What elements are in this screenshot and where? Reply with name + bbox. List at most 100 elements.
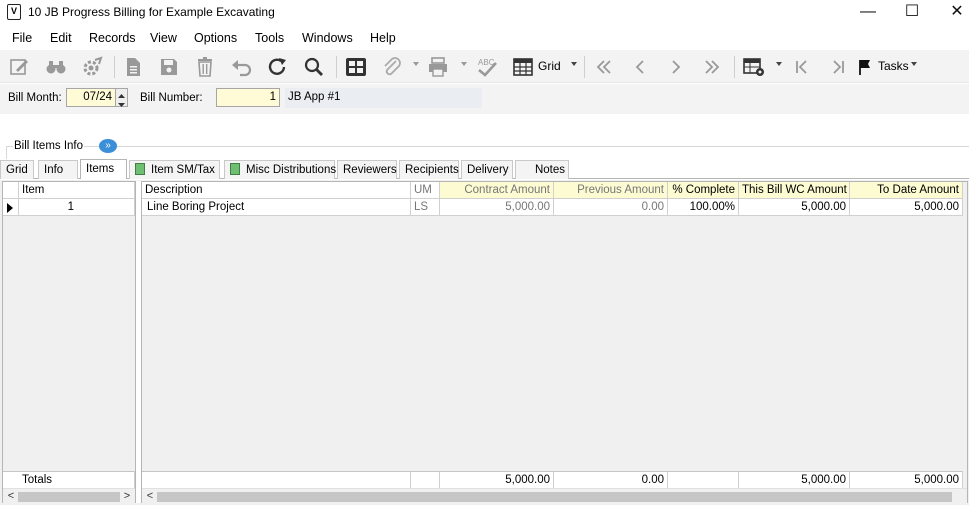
expand-collapse-icon[interactable]: » bbox=[99, 139, 117, 153]
tab-item-sm-tax-label: Item SM/Tax bbox=[151, 164, 215, 176]
last-icon[interactable] bbox=[702, 56, 724, 78]
tasks-dropdown-icon[interactable] bbox=[911, 62, 917, 66]
menu-options[interactable]: Options bbox=[194, 31, 237, 45]
to-date-amount-cell[interactable]: 5,000.00 bbox=[850, 199, 963, 216]
item-cell[interactable]: 1 bbox=[19, 199, 135, 216]
menu-windows[interactable]: Windows bbox=[302, 31, 353, 45]
table-icon[interactable] bbox=[512, 56, 536, 78]
tab-delivery[interactable]: Delivery bbox=[461, 160, 513, 179]
tab-recipients[interactable]: Recipients bbox=[399, 160, 459, 179]
bill-number-label: Bill Number: bbox=[140, 92, 203, 104]
menu-help[interactable]: Help bbox=[370, 31, 396, 45]
undo-icon[interactable] bbox=[230, 56, 256, 78]
total-pct-blank bbox=[668, 471, 739, 488]
first-record-icon[interactable] bbox=[792, 56, 814, 78]
column-header-item[interactable]: Item bbox=[19, 182, 135, 199]
bill-description-field: JB App #1 bbox=[285, 88, 482, 108]
menu-view[interactable]: View bbox=[150, 31, 177, 45]
bill-number-field[interactable]: 1 bbox=[216, 88, 280, 107]
save-icon[interactable] bbox=[158, 56, 182, 78]
app-icon: V bbox=[7, 4, 21, 20]
toolbar-separator bbox=[584, 56, 585, 78]
column-header-this-bill-wc-amount[interactable]: This Bill WC Amount bbox=[739, 182, 850, 199]
scroll-left-icon[interactable]: < bbox=[4, 489, 18, 505]
print-icon[interactable] bbox=[426, 56, 452, 78]
this-bill-wc-amount-cell[interactable]: 5,000.00 bbox=[739, 199, 850, 216]
spin-up-icon[interactable] bbox=[116, 89, 127, 98]
maximize-button[interactable]: ☐ bbox=[892, 2, 932, 24]
tab-reviewers[interactable]: Reviewers bbox=[337, 160, 397, 179]
column-header-contract-amount[interactable]: Contract Amount bbox=[440, 182, 554, 199]
first-icon[interactable] bbox=[594, 56, 616, 78]
attach-icon[interactable] bbox=[380, 56, 406, 78]
items-grid-area: Item 1 Totals < > Description UM Contrac… bbox=[0, 180, 969, 505]
tab-bar: Grid Info Items Item SM/Tax Misc Distrib… bbox=[0, 159, 969, 179]
edit-icon[interactable] bbox=[8, 56, 32, 78]
gear-icon[interactable] bbox=[80, 56, 106, 78]
totals-blank bbox=[142, 471, 411, 488]
print-dropdown-icon[interactable] bbox=[461, 62, 467, 66]
column-header-pct-complete[interactable]: % Complete bbox=[668, 182, 739, 199]
tab-info[interactable]: Info bbox=[38, 160, 78, 179]
grid-button-label[interactable]: Grid bbox=[538, 59, 561, 73]
menu-records[interactable]: Records bbox=[89, 31, 136, 45]
menu-tools[interactable]: Tools bbox=[255, 31, 284, 45]
previous-amount-cell[interactable]: 0.00 bbox=[554, 199, 668, 216]
scrollbar-thumb[interactable] bbox=[157, 492, 952, 502]
bill-month-field[interactable]: 07/24 bbox=[66, 88, 116, 107]
total-contract-amount: 5,000.00 bbox=[440, 471, 554, 488]
totals-label: Totals bbox=[3, 471, 135, 488]
flag-icon[interactable] bbox=[857, 56, 875, 78]
column-header-description[interactable]: Description bbox=[142, 182, 411, 199]
bill-month-label: Bill Month: bbox=[8, 92, 62, 104]
spellcheck-icon[interactable]: ABC bbox=[474, 56, 502, 78]
tab-misc-distributions[interactable]: Misc Distributions bbox=[224, 160, 336, 179]
previous-icon[interactable] bbox=[630, 56, 652, 78]
title-bar: V 10 JB Progress Billing for Example Exc… bbox=[0, 0, 969, 26]
scroll-left-icon[interactable]: < bbox=[143, 489, 157, 505]
right-horizontal-scrollbar[interactable]: < bbox=[142, 488, 967, 504]
um-cell[interactable]: LS bbox=[411, 199, 440, 216]
window-title: 10 JB Progress Billing for Example Excav… bbox=[28, 5, 275, 19]
column-header-previous-amount[interactable]: Previous Amount bbox=[554, 182, 668, 199]
delete-icon[interactable] bbox=[194, 56, 218, 78]
table-settings-dropdown-icon[interactable] bbox=[776, 62, 782, 66]
contract-amount-cell[interactable]: 5,000.00 bbox=[440, 199, 554, 216]
column-header-to-date-amount[interactable]: To Date Amount bbox=[850, 182, 963, 199]
bill-month-spinner[interactable] bbox=[115, 88, 128, 107]
table-settings-icon[interactable] bbox=[742, 56, 768, 78]
menu-file[interactable]: File bbox=[12, 31, 32, 45]
menu-bar: File Edit Records View Options Tools Win… bbox=[0, 28, 969, 50]
scrollbar-thumb[interactable] bbox=[18, 492, 120, 502]
toolbar-separator bbox=[336, 56, 337, 78]
minimize-button[interactable]: — bbox=[848, 2, 888, 24]
next-icon[interactable] bbox=[666, 56, 688, 78]
tasks-button-label[interactable]: Tasks bbox=[878, 59, 909, 73]
section-label: Bill Items Info bbox=[13, 140, 85, 152]
left-horizontal-scrollbar[interactable]: < > bbox=[3, 488, 135, 504]
total-this-bill-wc-amount: 5,000.00 bbox=[739, 471, 850, 488]
section-divider-left bbox=[6, 146, 7, 160]
menu-edit[interactable]: Edit bbox=[50, 31, 72, 45]
last-record-icon[interactable] bbox=[828, 56, 850, 78]
tab-grid[interactable]: Grid bbox=[0, 160, 34, 179]
tab-item-sm-tax[interactable]: Item SM/Tax bbox=[129, 160, 220, 179]
tab-notes[interactable]: Notes bbox=[515, 160, 569, 179]
tab-items[interactable]: Items bbox=[80, 159, 127, 179]
document-icon[interactable] bbox=[122, 56, 146, 78]
pct-complete-cell[interactable]: 100.00% bbox=[668, 199, 739, 216]
scroll-right-icon[interactable]: > bbox=[120, 489, 134, 505]
attach-dropdown-icon[interactable] bbox=[413, 62, 419, 66]
grid-dropdown-icon[interactable] bbox=[571, 62, 577, 66]
refresh-icon[interactable] bbox=[266, 56, 292, 78]
total-to-date-amount: 5,000.00 bbox=[850, 471, 963, 488]
search-icon[interactable] bbox=[302, 56, 328, 78]
grid-view-icon[interactable] bbox=[344, 56, 370, 78]
description-cell[interactable]: Line Boring Project bbox=[142, 199, 411, 216]
total-previous-amount: 0.00 bbox=[554, 471, 668, 488]
spin-down-icon[interactable] bbox=[116, 98, 127, 107]
binoculars-icon[interactable] bbox=[44, 56, 70, 78]
toolbar: ABC Grid Tasks bbox=[0, 50, 969, 83]
column-header-um[interactable]: UM bbox=[411, 182, 440, 199]
close-button[interactable]: ✕ bbox=[937, 2, 969, 24]
